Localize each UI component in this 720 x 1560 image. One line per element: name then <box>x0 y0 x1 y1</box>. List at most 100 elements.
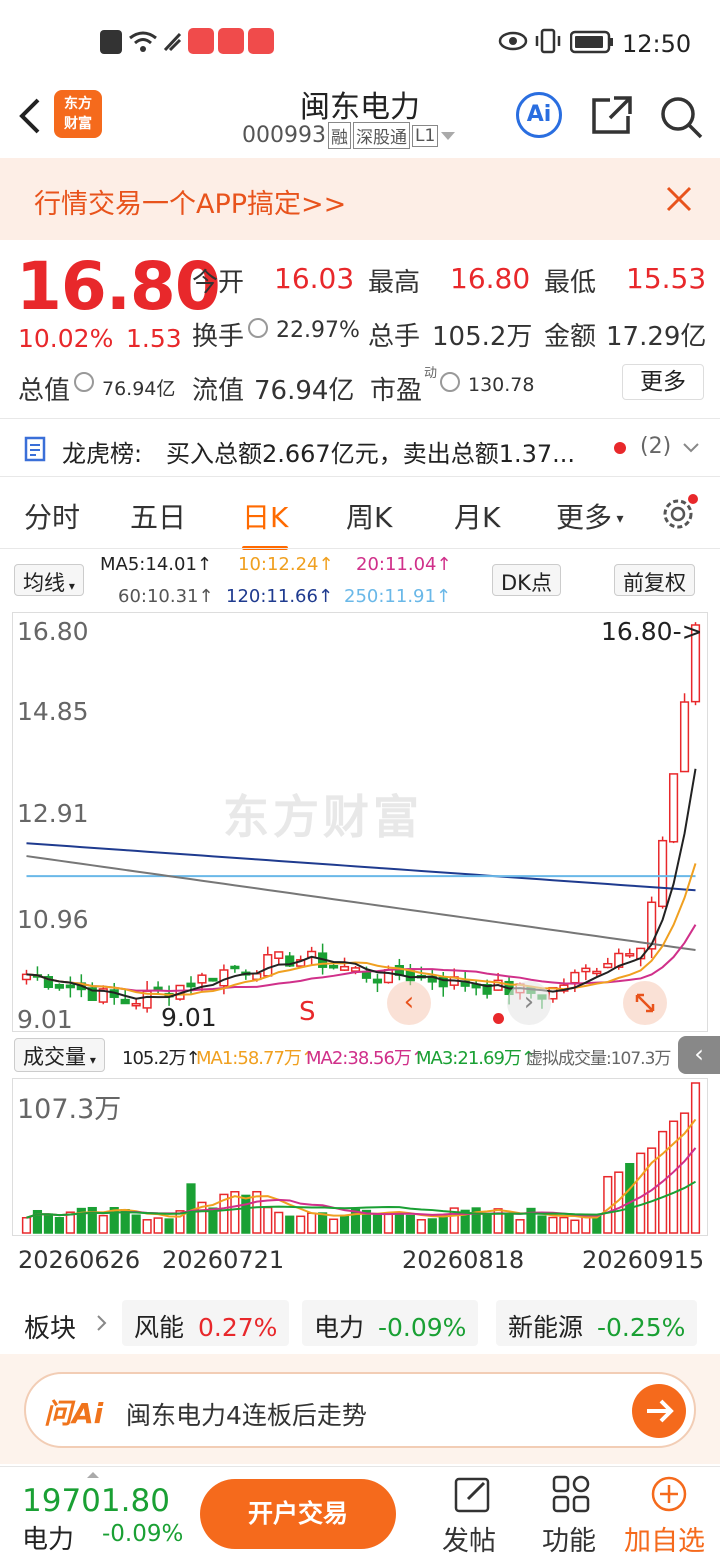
candle-body <box>592 970 602 975</box>
ai-submit-button[interactable] <box>632 1384 686 1438</box>
sector-name: 风能 <box>134 1313 185 1342</box>
battery-icon <box>570 30 613 54</box>
chevron-right-icon[interactable] <box>96 1314 108 1332</box>
promo-banner[interactable]: 行情交易一个APP搞定>> <box>0 158 720 240</box>
more-button[interactable]: 更多 <box>622 364 704 400</box>
app-notification-icon <box>188 28 214 54</box>
volume-indicator-selector[interactable]: 成交量 ▾ <box>14 1038 105 1072</box>
functions-button[interactable]: 功能 <box>542 1475 602 1559</box>
eye-icon <box>498 31 528 51</box>
change-pct: 10.02% <box>18 324 114 353</box>
y-label-2: 14.85 <box>17 697 89 726</box>
volume-bar <box>339 1214 350 1234</box>
low-label: 最低 <box>544 268 597 298</box>
adjust-button[interactable]: 前复权 <box>614 564 695 596</box>
pe-dynamic-sup: 动 <box>424 366 438 381</box>
indicator-selector[interactable]: 均线 ▾ <box>14 564 84 596</box>
status-bar: 12:50 <box>0 0 720 82</box>
info-icon[interactable] <box>440 372 460 392</box>
event-dot[interactable] <box>493 1013 504 1024</box>
candle-body <box>350 967 361 972</box>
volume-legend: 成交量 ▾ 105.2万↑ MA1:58.77万↑ MA2:38.56万↑ MA… <box>0 1036 720 1076</box>
candle-body <box>153 986 163 991</box>
tab-intraday[interactable]: 分时 <box>24 496 80 536</box>
stock-code-row: 000993 融 深股通 L1 <box>242 122 456 149</box>
sector-row: 板块 风能 0.27% 电力 -0.09% 新能源 -0.25% <box>0 1292 720 1354</box>
volume-max-label: 107.3万 <box>17 1094 122 1125</box>
volume-bar <box>592 1215 602 1234</box>
settings-gear-icon[interactable] <box>660 494 698 532</box>
volume-bar <box>416 1219 426 1234</box>
sector-change: -0.09% <box>377 1313 467 1342</box>
chevron-down-icon[interactable] <box>440 130 456 142</box>
candle-body <box>328 965 339 969</box>
volume-value: 105.2万 <box>432 322 533 352</box>
open-account-button[interactable]: 开户交易 <box>200 1479 396 1549</box>
post-button[interactable]: 发帖 <box>442 1475 502 1559</box>
pe-label: 市盈 <box>370 376 423 406</box>
share-icon[interactable] <box>590 94 634 136</box>
close-icon[interactable] <box>666 186 692 212</box>
scroll-right-button[interactable]: › <box>507 981 551 1025</box>
caret-up-icon[interactable] <box>86 1471 100 1479</box>
float-value: 76.94亿 <box>254 376 355 406</box>
open-label: 今开 <box>192 268 245 298</box>
badge-margin: 融 <box>327 122 351 149</box>
volume-bar <box>263 1206 273 1234</box>
tab-daily-k[interactable]: 日K <box>242 496 289 550</box>
volume-bar <box>21 1217 32 1234</box>
period-tabs: 分时 五日 日K 周K 月K 更多 ▾ <box>0 478 720 550</box>
dk-point-button[interactable]: DK点 <box>492 564 561 596</box>
chevron-down-icon[interactable] <box>682 442 700 454</box>
ai-search-box[interactable]: 问Ai 闽东电力4连板后走势 <box>24 1372 696 1448</box>
badge-level: L1 <box>411 124 439 147</box>
volume-bar <box>668 1120 679 1234</box>
volume-current: 105.2万↑ <box>122 1048 201 1069</box>
volume-bar <box>427 1218 437 1234</box>
stock-code: 000993 <box>242 123 326 148</box>
kline-chart[interactable]: 东方财富 16.80 14.85 12.91 10.96 9.01 16.80-… <box>12 612 708 1034</box>
volume-bar <box>570 1219 580 1234</box>
grid-icon <box>552 1475 590 1513</box>
volume-bar <box>328 1218 339 1234</box>
low-value: 15.53 <box>626 262 707 295</box>
sector-chip-new-energy[interactable]: 新能源 -0.25% <box>496 1300 698 1346</box>
date-label: 20260721 <box>162 1246 285 1274</box>
info-icon[interactable] <box>248 318 268 338</box>
volume-bar <box>153 1217 163 1234</box>
quote-panel: 16.80 10.02% 1.53 今开 16.03 最高 16.80 最低 1… <box>0 240 720 418</box>
ai-button[interactable]: Ai <box>516 92 562 138</box>
signal-icon <box>163 32 182 52</box>
info-icon[interactable] <box>74 372 94 392</box>
wifi-icon <box>129 31 157 52</box>
tab-five-day[interactable]: 五日 <box>130 496 186 536</box>
scroll-left-button[interactable]: ‹ <box>387 981 431 1025</box>
fullscreen-button[interactable] <box>623 981 667 1025</box>
dragon-tiger-row[interactable]: 龙虎榜: 买入总额2.667亿元，卖出总额1.37... (2) <box>0 420 720 476</box>
open-value: 16.03 <box>274 262 355 295</box>
candle-body <box>383 969 394 984</box>
volume-chart[interactable]: 107.3万 <box>12 1078 708 1236</box>
volume-bar <box>515 1219 525 1234</box>
ma120-line <box>26 842 696 892</box>
search-icon[interactable] <box>658 94 704 140</box>
tab-more[interactable]: 更多 ▾ <box>556 496 624 536</box>
pe-value: 130.78 <box>468 374 535 396</box>
y-label-5: 9.01 <box>17 1005 73 1034</box>
collapse-panel-button[interactable]: ‹ <box>678 1036 720 1074</box>
max-price-marker: 16.80-> <box>601 617 703 646</box>
index-value[interactable]: 19701.80 <box>22 1483 170 1519</box>
ma10-value: 10:12.24↑ <box>238 554 334 575</box>
sector-chip-wind[interactable]: 风能 0.27% <box>122 1300 290 1346</box>
volume-bar <box>636 1152 646 1234</box>
sector-chip-power[interactable]: 电力 -0.09% <box>302 1300 479 1346</box>
tab-monthly-k[interactable]: 月K <box>454 496 500 536</box>
add-watchlist-button[interactable]: 加自选 <box>624 1475 714 1559</box>
clock: 12:50 <box>622 30 692 58</box>
mktcap-label: 总值 <box>18 376 71 406</box>
tab-weekly-k[interactable]: 周K <box>346 496 392 536</box>
divider <box>0 476 720 477</box>
ma250-value: 250:11.91↑ <box>344 586 452 607</box>
min-price-marker: 9.01 <box>161 1003 217 1032</box>
change-amount: 1.53 <box>126 324 182 353</box>
